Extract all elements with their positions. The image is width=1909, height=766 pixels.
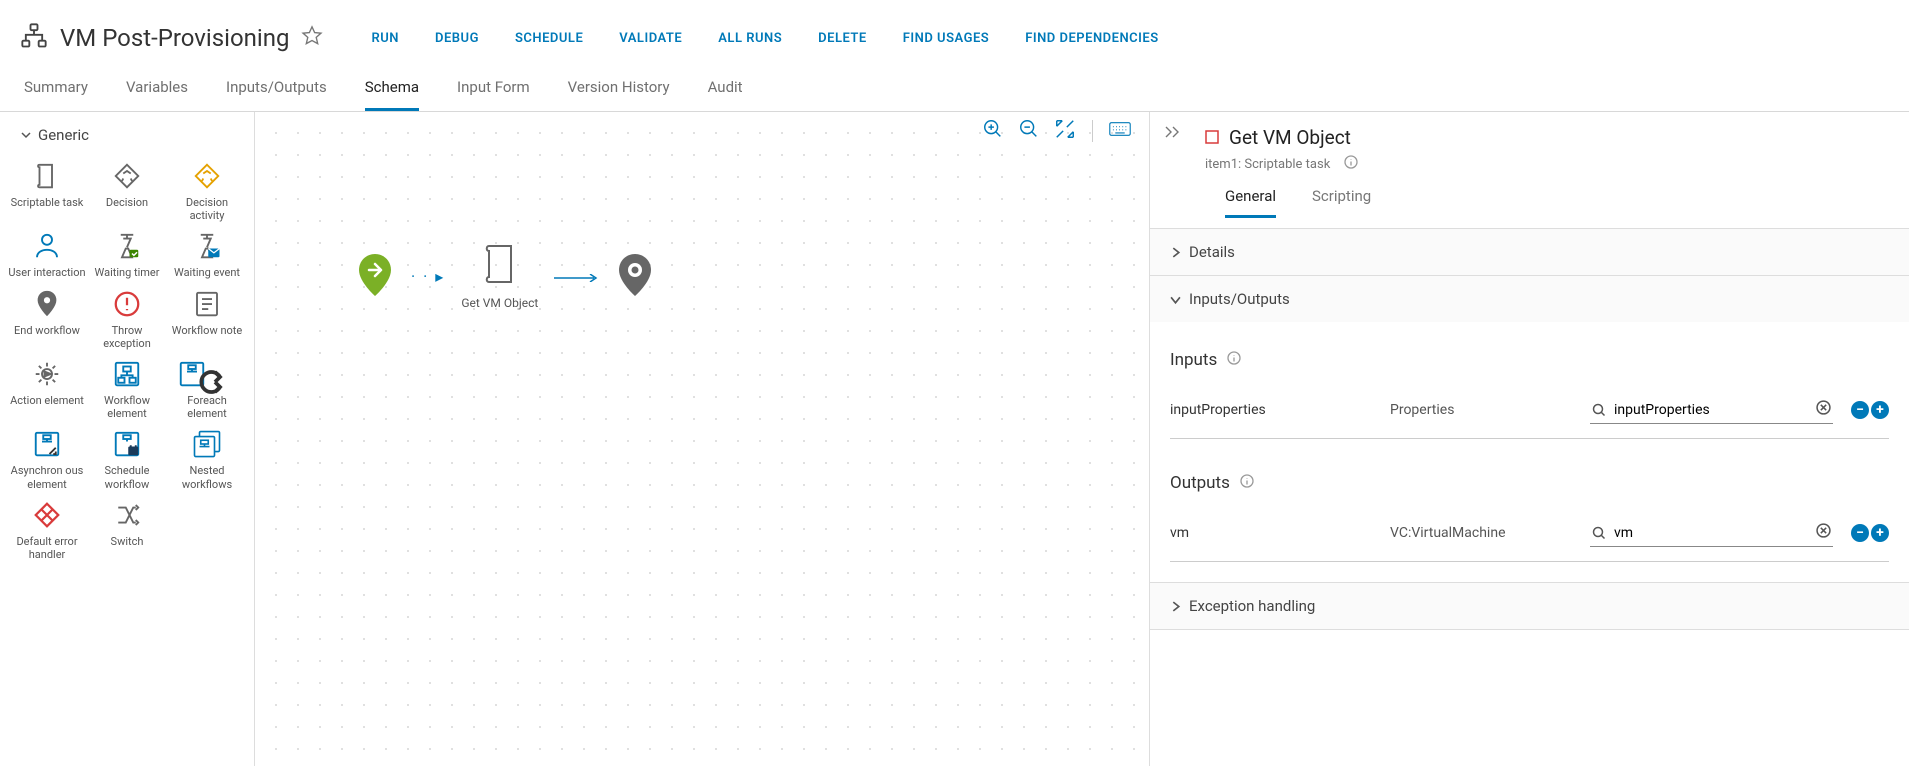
tab-inputs-outputs[interactable]: Inputs/Outputs: [226, 78, 327, 111]
main-tabs: Summary Variables Inputs/Outputs Schema …: [0, 54, 1909, 112]
inspector-tab-general[interactable]: General: [1225, 187, 1276, 218]
inspector-tab-scripting[interactable]: Scripting: [1312, 187, 1371, 218]
run-action[interactable]: RUN: [371, 31, 399, 46]
input-type: Properties: [1390, 402, 1590, 418]
tab-schema[interactable]: Schema: [365, 78, 419, 111]
flow-arrow-icon: · · ▸: [411, 267, 445, 286]
inspector-subtitle: item1: Scriptable task: [1205, 157, 1330, 172]
palette-waiting-timer[interactable]: Waiting timer: [88, 228, 166, 279]
add-output-button[interactable]: +: [1871, 524, 1889, 542]
scriptable-task-icon: [1205, 126, 1219, 149]
zoom-out-icon[interactable]: [1018, 118, 1040, 144]
info-icon[interactable]: [1344, 155, 1358, 173]
tab-audit[interactable]: Audit: [708, 78, 743, 111]
output-value-field[interactable]: [1590, 519, 1833, 547]
outputs-heading: Outputs: [1170, 473, 1230, 493]
palette-asynchronous-element[interactable]: Asynchron ous element: [8, 426, 86, 490]
palette-decision-activity[interactable]: Decision activity: [168, 158, 246, 222]
tab-summary[interactable]: Summary: [24, 78, 88, 111]
debug-action[interactable]: DEBUG: [435, 31, 479, 46]
palette-action-element[interactable]: Action element: [8, 356, 86, 420]
palette-workflow-element[interactable]: Workflow element: [88, 356, 166, 420]
output-name: vm: [1170, 525, 1390, 541]
keyboard-icon[interactable]: [1109, 118, 1131, 144]
output-row: vm VC:VirtualMachine − +: [1170, 519, 1889, 547]
tab-variables[interactable]: Variables: [126, 78, 188, 111]
favorite-star-icon[interactable]: [301, 25, 323, 51]
remove-input-button[interactable]: −: [1851, 401, 1869, 419]
inspector-title: Get VM Object: [1229, 126, 1351, 149]
palette-throw-exception[interactable]: Throw exception: [88, 286, 166, 350]
remove-output-button[interactable]: −: [1851, 524, 1869, 542]
expand-panel-icon[interactable]: [1164, 124, 1182, 143]
workflow-icon: [20, 22, 48, 54]
output-type: VC:VirtualMachine: [1390, 525, 1590, 541]
header: VM Post-Provisioning RUN DEBUG SCHEDULE …: [0, 0, 1909, 54]
find-usages-action[interactable]: FIND USAGES: [903, 31, 989, 46]
action-bar: RUN DEBUG SCHEDULE VALIDATE ALL RUNS DEL…: [371, 31, 1158, 46]
workflow-title: VM Post-Provisioning: [60, 24, 289, 52]
palette-foreach-element[interactable]: Foreach element: [168, 356, 246, 420]
search-icon: [1592, 526, 1606, 540]
search-icon: [1592, 403, 1606, 417]
section-inputs-outputs[interactable]: Inputs/Outputs: [1150, 276, 1909, 322]
section-exception-handling[interactable]: Exception handling: [1150, 583, 1909, 629]
find-dependencies-action[interactable]: FIND DEPENDENCIES: [1025, 31, 1158, 46]
clear-icon[interactable]: [1816, 400, 1831, 419]
add-input-button[interactable]: +: [1871, 401, 1889, 419]
node-label: Get VM Object: [461, 296, 538, 310]
palette-nested-workflows[interactable]: Nested workflows: [168, 426, 246, 490]
palette-waiting-event[interactable]: Waiting event: [168, 228, 246, 279]
palette: Generic Scriptable task Decision Decisio…: [0, 112, 255, 766]
palette-scriptable-task[interactable]: Scriptable task: [8, 158, 86, 222]
delete-action[interactable]: DELETE: [818, 31, 867, 46]
palette-user-interaction[interactable]: User interaction: [8, 228, 86, 279]
tab-input-form[interactable]: Input Form: [457, 78, 530, 111]
inputs-heading: Inputs: [1170, 350, 1217, 370]
palette-switch[interactable]: Switch: [88, 497, 166, 561]
palette-decision[interactable]: Decision: [88, 158, 166, 222]
script-task-node[interactable]: Get VM Object: [461, 242, 538, 310]
inspector-panel: Get VM Object item1: Scriptable task Gen…: [1149, 112, 1909, 766]
palette-schedule-workflow[interactable]: Schedule workflow: [88, 426, 166, 490]
start-node[interactable]: [355, 252, 395, 300]
palette-default-error-handler[interactable]: Default error handler: [8, 497, 86, 561]
fit-to-screen-icon[interactable]: [1054, 118, 1076, 144]
end-node[interactable]: [615, 252, 655, 300]
all-runs-action[interactable]: ALL RUNS: [718, 31, 782, 46]
schema-canvas[interactable]: · · ▸ Get VM Object: [255, 112, 1149, 766]
palette-end-workflow[interactable]: End workflow: [8, 286, 86, 350]
section-details[interactable]: Details: [1150, 229, 1909, 275]
input-name: inputProperties: [1170, 402, 1390, 418]
tab-version-history[interactable]: Version History: [568, 78, 670, 111]
validate-action[interactable]: VALIDATE: [619, 31, 682, 46]
palette-workflow-note[interactable]: Workflow note: [168, 286, 246, 350]
input-row: inputProperties Properties − +: [1170, 396, 1889, 424]
clear-icon[interactable]: [1816, 523, 1831, 542]
zoom-in-icon[interactable]: [982, 118, 1004, 144]
input-value-field[interactable]: [1590, 396, 1833, 424]
info-icon[interactable]: [1227, 350, 1241, 370]
info-icon[interactable]: [1240, 473, 1254, 493]
schedule-action[interactable]: SCHEDULE: [515, 31, 583, 46]
palette-group-generic[interactable]: Generic: [0, 126, 254, 154]
flow-arrow-icon: [554, 267, 599, 286]
